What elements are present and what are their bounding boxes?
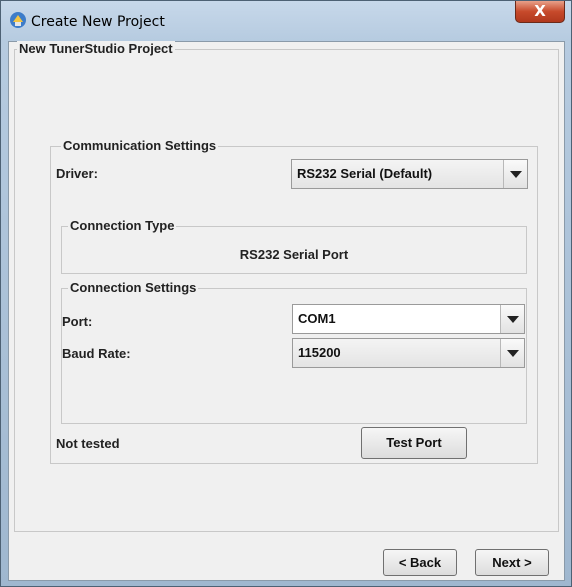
dialog-window: Create New Project X New TunerStudio Pro… xyxy=(0,0,572,587)
communication-settings-legend: Communication Settings xyxy=(61,138,219,153)
test-port-button[interactable]: Test Port xyxy=(361,427,467,459)
connection-type-group: Connection Type RS232 Serial Port xyxy=(61,218,527,274)
next-button[interactable]: Next > xyxy=(475,549,549,576)
back-button[interactable]: < Back xyxy=(383,549,457,576)
connection-type-value: RS232 Serial Port xyxy=(239,247,349,262)
driver-select[interactable]: RS232 Serial (Default) xyxy=(291,159,528,189)
connection-status: Not tested xyxy=(56,436,120,451)
baud-rate-select-value: 115200 xyxy=(298,345,341,360)
connection-settings-legend: Connection Settings xyxy=(68,280,199,295)
connection-type-legend: Connection Type xyxy=(68,218,177,233)
driver-select-value: RS232 Serial (Default) xyxy=(297,166,433,181)
dialog-content: New TunerStudio Project Communication Se… xyxy=(8,41,565,581)
close-button[interactable]: X xyxy=(515,1,565,23)
chevron-down-icon[interactable] xyxy=(500,339,524,367)
chevron-down-icon[interactable] xyxy=(503,160,527,188)
driver-label: Driver: xyxy=(56,166,98,181)
connection-settings-group: Connection Settings Port: COM1 Baud Rate… xyxy=(61,280,527,424)
communication-settings-group: Communication Settings Driver: RS232 Ser… xyxy=(50,138,538,464)
app-icon xyxy=(10,12,26,28)
chevron-down-icon[interactable] xyxy=(500,305,524,333)
baud-rate-label: Baud Rate: xyxy=(62,346,131,361)
title-bar[interactable]: Create New Project X xyxy=(1,1,571,41)
port-select[interactable]: COM1 xyxy=(292,304,525,334)
port-label: Port: xyxy=(62,314,93,329)
window-title: Create New Project xyxy=(31,14,165,30)
port-select-value: COM1 xyxy=(298,311,336,326)
baud-rate-select[interactable]: 115200 xyxy=(292,338,525,368)
project-group-legend: New TunerStudio Project xyxy=(17,41,175,56)
project-group: New TunerStudio Project Communication Se… xyxy=(14,41,559,532)
